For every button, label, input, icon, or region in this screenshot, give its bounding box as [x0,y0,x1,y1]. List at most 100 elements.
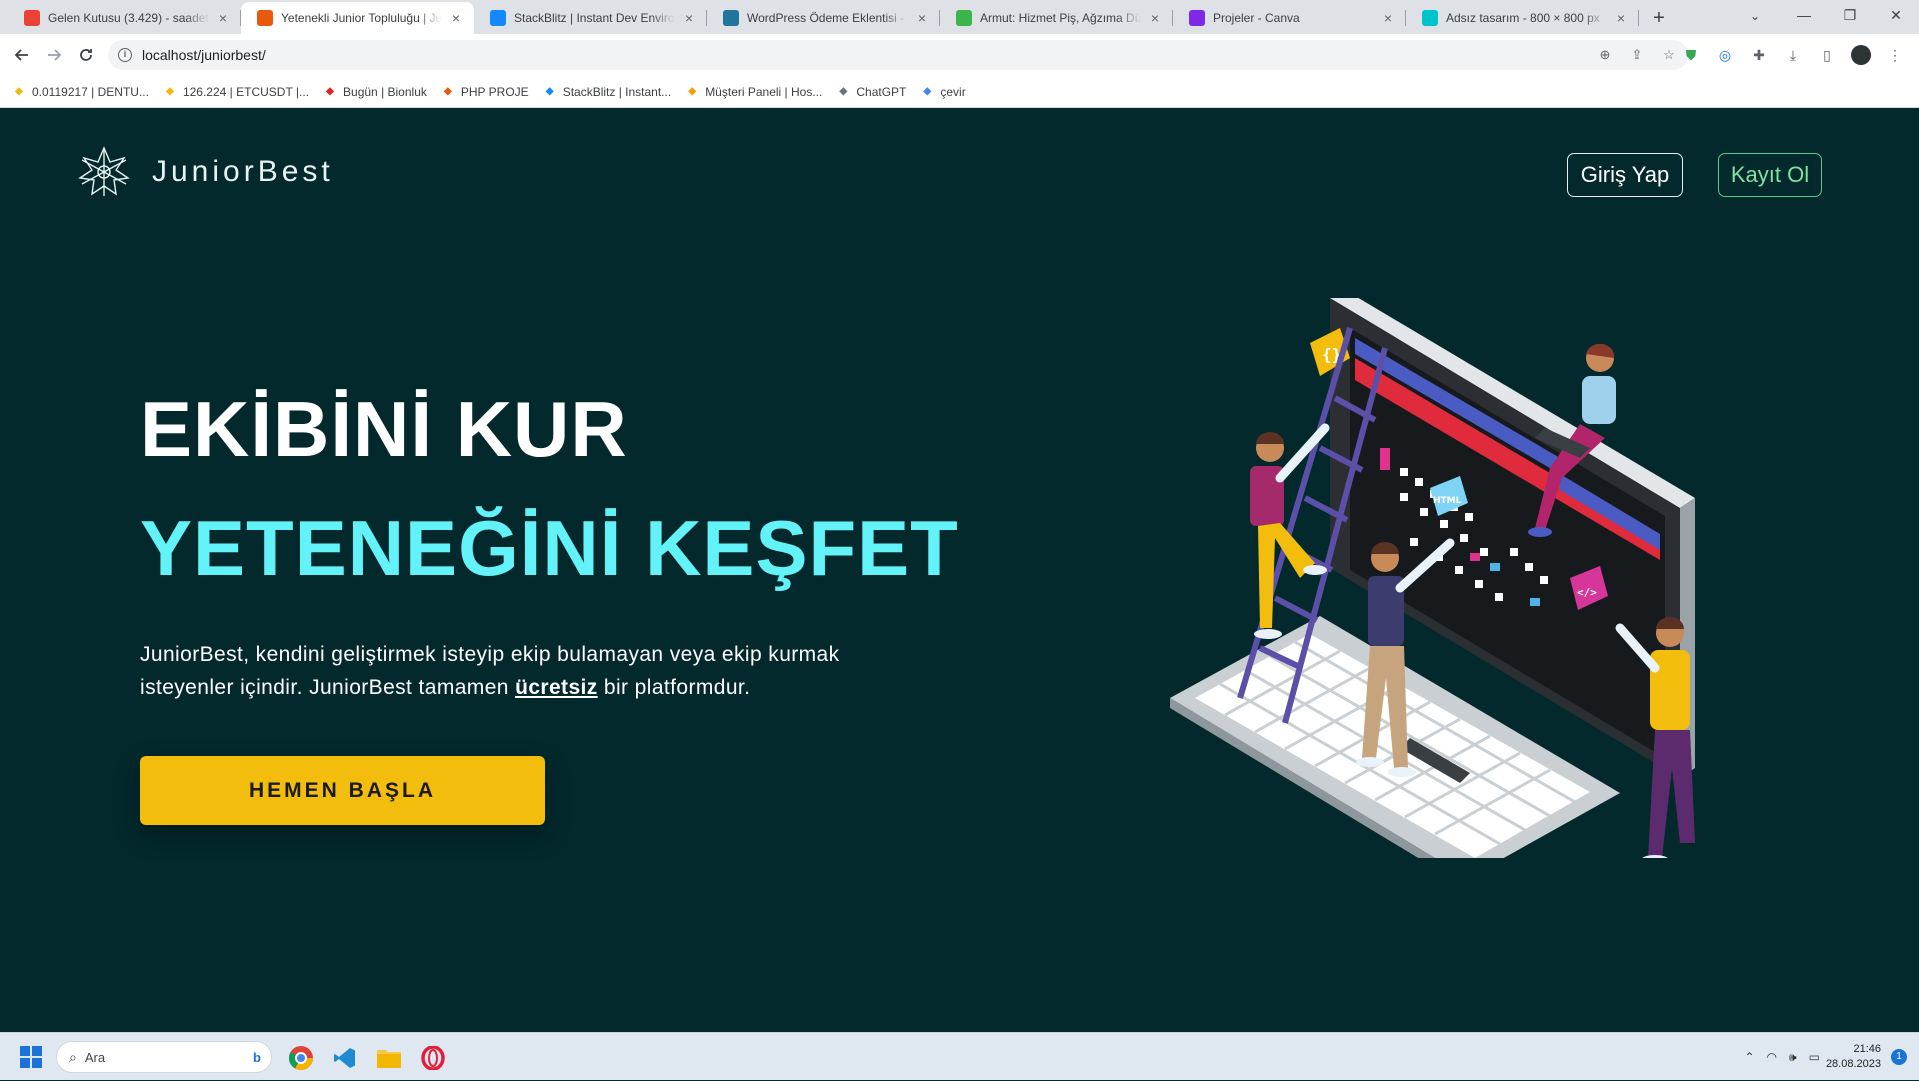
file-explorer-taskbar-icon[interactable] [372,1041,406,1075]
google-icon: ◆ [923,86,932,97]
bookmark-item[interactable]: ◆ çevir [920,84,966,99]
side-panel-icon[interactable]: ▯ [1817,45,1837,65]
browser-tab-label: StackBlitz | Instant Dev Environm [514,11,675,25]
browser-tab[interactable]: Adsız tasarım - 800 × 800 px × [1406,2,1639,34]
profile-avatar-icon[interactable] [1851,45,1871,65]
taskbar-search-box[interactable]: ⌕ Ara b [56,1041,272,1073]
bing-icon[interactable]: b [253,1050,261,1065]
svg-text:</>: </> [1577,586,1597,599]
stackblitz-icon: ◆ [545,86,554,97]
hosting-icon: ◆ [688,86,697,97]
wifi-icon[interactable]: ◠ [1767,1050,1777,1064]
opera-taskbar-icon[interactable] [416,1041,450,1075]
browser-tab[interactable]: WordPress Ödeme Eklentisi - Wo × [707,2,940,34]
tab-search-icon[interactable]: ⌄ [1741,4,1769,28]
browser-tab-strip: Gelen Kutusu (3.429) - saadettin × Yetenek… [0,0,1919,34]
bookmark-item[interactable]: ◆ Bugün | Bionluk [323,85,427,99]
taskbar-clock[interactable]: 21:46 28.08.2023 [1826,1042,1881,1072]
signup-button[interactable]: Kayıt Ol [1718,153,1822,197]
share-icon[interactable]: ⇪ [1628,46,1646,64]
bookmark-label: Müşteri Paneli | Hos... [705,84,823,99]
bookmarks-bar: ◆ 0.0119217 | DENTU... ◆ 126.224 | ETCUSDT … [0,76,1919,108]
browser-tab-label: Armut: Hizmet Piş, Ağzıma Düş [980,11,1141,25]
bookmark-item[interactable]: ◆ ChatGPT [836,84,907,99]
bookmark-label: ChatGPT [856,84,907,99]
bookmark-item[interactable]: ◆ Müşteri Paneli | Hos... [685,85,822,99]
wordpress-icon [723,10,739,26]
bookmark-label: Bugün | Bionluk [343,84,427,99]
browser-tab[interactable]: Gelen Kutusu (3.429) - saadettin × [8,2,241,34]
php-folder-icon: ◆ [444,86,452,97]
clock-time: 21:46 [1853,1043,1881,1055]
tab-close-icon[interactable]: × [215,10,231,26]
browser-tab[interactable]: StackBlitz | Instant Dev Environm × [474,2,707,34]
canva-icon [1189,10,1205,26]
vpn-extension-icon[interactable]: ◎ [1715,45,1735,65]
browser-tab-label: Adsız tasarım - 800 × 800 px [1446,11,1600,25]
tab-close-icon[interactable]: × [1147,10,1163,26]
downloads-icon[interactable]: ⤓ [1783,45,1803,65]
bookmark-item[interactable]: ◆ StackBlitz | Instant... [543,85,671,99]
forward-icon[interactable] [38,39,70,71]
browser-tab-label: Projeler - Canva [1213,11,1300,25]
new-tab-button[interactable]: + [1645,4,1673,32]
chrome-taskbar-icon[interactable] [284,1041,318,1075]
extensions-puzzle-icon[interactable]: ✚ [1749,45,1769,65]
minimize-icon[interactable]: — [1781,0,1827,30]
vscode-taskbar-icon[interactable] [328,1041,362,1075]
windows-start-icon[interactable] [20,1046,42,1068]
chatgpt-icon: ◆ [839,86,848,97]
login-button[interactable]: Giriş Yap [1567,153,1683,197]
site-info-icon[interactable]: i [118,48,132,62]
get-started-button[interactable]: HEMEN BAŞLA [140,756,545,825]
browser-tab[interactable]: Armut: Hizmet Piş, Ağzıma Düş × [940,2,1173,34]
reload-icon[interactable] [70,39,102,71]
tab-close-icon[interactable]: × [681,10,697,26]
volume-icon[interactable]: 🕪 [1789,1050,1797,1065]
address-url[interactable]: localhost/juniorbest/ [142,47,266,63]
site-logo[interactable]: JuniorBest [76,144,334,200]
battery-icon[interactable]: ▭ [1809,1050,1820,1064]
bookmark-item[interactable]: ◆ PHP PROJE [441,85,529,99]
bookmark-star-icon[interactable]: ☆ [1660,46,1678,64]
free-highlight-link[interactable]: ücretsiz [515,676,598,699]
browser-tab[interactable]: Projeler - Canva × [1173,2,1406,34]
snowflake-logo-icon [78,146,130,196]
clock-date: 28.08.2023 [1825,1058,1881,1070]
search-icon: ⌕ [69,1048,77,1065]
tray-overflow-icon[interactable]: ⌃ [1744,1050,1754,1064]
team-illustration: {} </> HTML [1170,298,1695,858]
bookmark-label: PHP PROJE [460,84,529,99]
bookmark-item[interactable]: ◆ 126.224 | ETCUSDT |... [163,85,309,99]
extensions-area: ⛊ ◎ ✚ ⤓ ▯ ⋮ [1681,40,1905,70]
hero-title-line2: YETENEĞİNİ KEŞFET [140,504,959,592]
page-content: JuniorBest Giriş Yap Kayıt Ol EKİBİNİ KU… [0,108,1919,1032]
tab-list: Gelen Kutusu (3.429) - saadettin × Yetenek… [0,2,1639,34]
back-icon[interactable] [6,39,38,71]
shield-extension-icon[interactable]: ⛊ [1681,45,1701,65]
browser-tab-label: Yetenekli Junior Topluluğu | Junior [281,11,442,25]
maximize-icon[interactable]: ❐ [1827,0,1873,30]
tab-close-icon[interactable]: × [1380,10,1396,26]
address-bar[interactable]: i localhost/juniorbest/ ⊕ ⇪ ☆ [108,40,1688,70]
browser-tab-label: WordPress Ödeme Eklentisi - Wo [747,11,908,25]
zoom-icon[interactable]: ⊕ [1596,46,1614,64]
bookmark-item[interactable]: ◆ 0.0119217 | DENTU... [12,85,149,99]
system-tray: ⌃ ◠ 🕪 ▭ 21:46 28.08.2023 1 [1738,1033,1919,1081]
tab-close-icon[interactable]: × [1613,10,1629,26]
bookmark-label: 126.224 | ETCUSDT |... [182,84,310,99]
browser-tab[interactable]: Yetenekli Junior Topluluğu | Junior × [241,2,474,34]
taskbar-search-placeholder: Ara [84,1049,106,1065]
notification-badge[interactable]: 1 [1891,1049,1907,1065]
bookmark-label: çevir [940,84,966,99]
tab-close-icon[interactable]: × [448,10,464,26]
juniorbest-favicon [257,10,273,26]
window-controls: — ❐ ✕ [1781,0,1919,34]
hero-description: JuniorBest, kendini geliştirmek isteyip … [140,638,900,704]
close-window-icon[interactable]: ✕ [1873,0,1919,30]
tab-close-icon[interactable]: × [914,10,930,26]
menu-kebab-icon[interactable]: ⋮ [1885,45,1905,65]
armut-icon [956,10,972,26]
canva-icon [1422,10,1438,26]
browser-tab-label: Gelen Kutusu (3.429) - saadettin [48,11,209,25]
